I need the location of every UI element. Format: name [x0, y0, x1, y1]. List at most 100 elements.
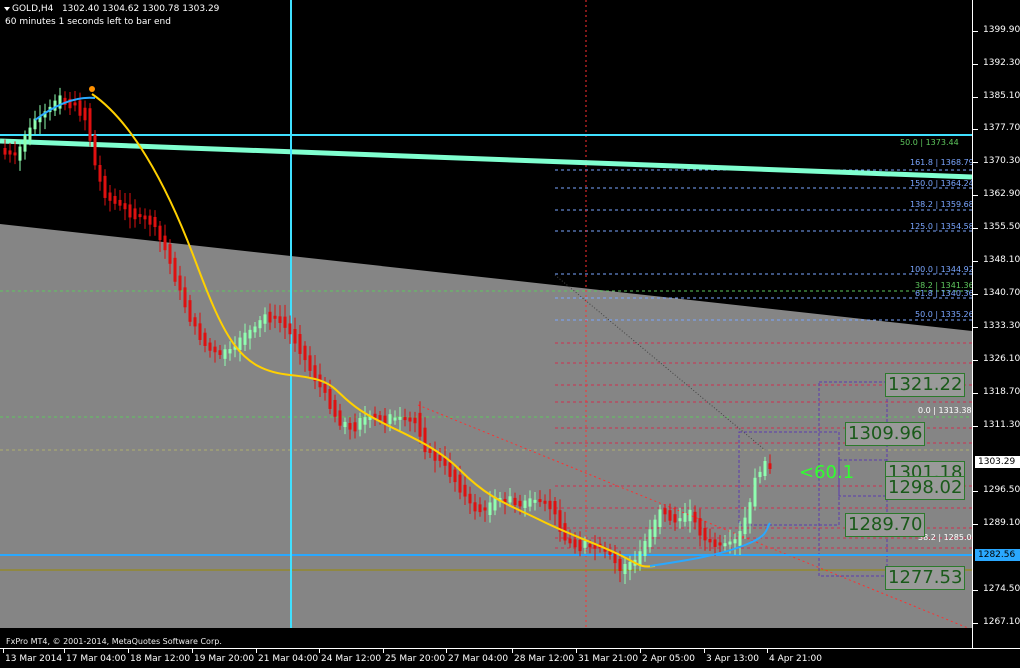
price-axis-label: 1333.30 — [983, 321, 1020, 331]
candle-body — [303, 345, 307, 361]
candle-body — [648, 529, 652, 548]
candle-body — [183, 287, 187, 308]
candle-body — [693, 511, 697, 523]
candle-body — [453, 469, 457, 483]
candle-body — [733, 539, 737, 544]
countdown-text: 60 minutes 1 seconds left to bar end — [5, 17, 171, 27]
candle-body — [638, 551, 642, 566]
candle-body — [203, 332, 207, 346]
time-axis-tick — [446, 649, 447, 653]
candle-body — [143, 215, 147, 220]
time-axis-label: 18 Mar 12:00 — [130, 654, 191, 664]
fib-label: 50.0 | 1335.26 — [915, 310, 974, 319]
candle-body — [28, 127, 32, 140]
price-axis-label: 1318.70 — [983, 387, 1020, 397]
candle-body — [703, 527, 707, 541]
chart-header: GOLD,H4 1302.40 1304.62 1300.78 1303.29 — [12, 4, 219, 14]
candle-body — [293, 328, 297, 344]
candle-body — [223, 349, 227, 359]
candle-body — [538, 499, 542, 503]
fib-label: 61.8 | 1340.36 — [915, 289, 974, 298]
candle-body — [448, 462, 452, 477]
candle-body — [193, 317, 197, 327]
candle-body — [83, 107, 87, 121]
candle-body — [708, 538, 712, 543]
ma-peak-marker — [89, 86, 95, 92]
price-axis-tick — [973, 491, 978, 492]
price-axis-tick — [973, 162, 978, 163]
price-box: 1309.96 — [845, 422, 926, 446]
time-axis-label: 25 Mar 20:00 — [385, 654, 446, 664]
time-axis-tick — [767, 649, 768, 653]
price-chart[interactable] — [0, 0, 1020, 667]
time-axis-label: 4 Apr 21:00 — [769, 654, 822, 664]
candle-body — [358, 418, 362, 430]
candle-body — [23, 135, 27, 152]
fib-label: 100.0 | 1344.92 — [910, 265, 974, 274]
time-axis-label: 24 Mar 12:00 — [321, 654, 382, 664]
candle-body — [408, 417, 412, 422]
candle-body — [728, 541, 732, 545]
candle-body — [118, 199, 122, 206]
candle-body — [173, 257, 177, 282]
candle-body — [583, 540, 587, 548]
candle-body — [258, 320, 262, 329]
candle-body — [673, 514, 677, 523]
time-axis-tick — [383, 649, 384, 653]
price-axis-tick — [973, 31, 978, 32]
line-price-tag: 1282.56 — [975, 549, 1020, 561]
candle-body — [283, 316, 287, 328]
candle-body — [488, 502, 492, 516]
candle-body — [308, 355, 312, 371]
time-axis-label: 2 Apr 05:00 — [642, 654, 695, 664]
menu-dropdown-icon[interactable] — [4, 7, 10, 11]
candle-body — [698, 518, 702, 536]
time-axis-label: 17 Mar 04:00 — [66, 654, 127, 664]
time-axis-label: 28 Mar 12:00 — [514, 654, 575, 664]
candle-body — [253, 326, 257, 333]
trend-thick — [0, 138, 973, 180]
candle-body — [73, 102, 77, 106]
price-axis-tick — [973, 64, 978, 65]
price-axis-tick — [973, 360, 978, 361]
price-axis-tick — [973, 195, 978, 196]
candle-body — [653, 519, 657, 537]
price-axis-tick — [973, 97, 978, 98]
chart-window[interactable]: GOLD,H4 1302.40 1304.62 1300.78 1303.29 … — [0, 0, 1020, 668]
candle-body — [473, 502, 477, 512]
candle-body — [263, 314, 267, 324]
candle-body — [243, 332, 247, 345]
candle-body — [548, 500, 552, 510]
candle-body — [463, 484, 467, 497]
candle-body — [618, 558, 622, 571]
candle-body — [288, 323, 292, 335]
price-axis-label: 1289.10 — [983, 518, 1020, 528]
candle-body — [298, 334, 302, 354]
candle-body — [758, 471, 762, 478]
candle-body — [568, 538, 572, 544]
fib-label: 125.0 | 1354.58 — [910, 222, 974, 231]
price-axis-label: 1392.30 — [983, 58, 1020, 68]
candle-body — [208, 342, 212, 351]
fib-label: 50.0 | 1373.44 — [900, 138, 959, 147]
fib-label: 161.8 | 1368.79 — [910, 158, 974, 167]
candle-body — [343, 421, 347, 428]
candle-body — [713, 539, 717, 547]
time-axis-tick — [704, 649, 705, 653]
time-axis-label: 21 Mar 04:00 — [258, 654, 319, 664]
copyright-text: FxPro MT4, © 2001-2014, MetaQuotes Softw… — [6, 637, 222, 646]
current-price-tag: 1303.29 — [975, 456, 1020, 468]
price-axis-tick — [973, 327, 978, 328]
annotation-text: <60.1 — [799, 462, 855, 483]
candle-body — [353, 422, 357, 432]
candle-body — [278, 316, 282, 323]
candle-body — [153, 216, 157, 228]
time-axis-label: 27 Mar 04:00 — [448, 654, 509, 664]
candle-body — [323, 384, 327, 393]
candle-body — [588, 544, 592, 548]
price-axis-label: 1348.10 — [983, 255, 1020, 265]
candle-body — [198, 323, 202, 340]
candle-body — [658, 509, 662, 528]
candle-body — [228, 349, 232, 354]
candle-body — [623, 563, 627, 575]
